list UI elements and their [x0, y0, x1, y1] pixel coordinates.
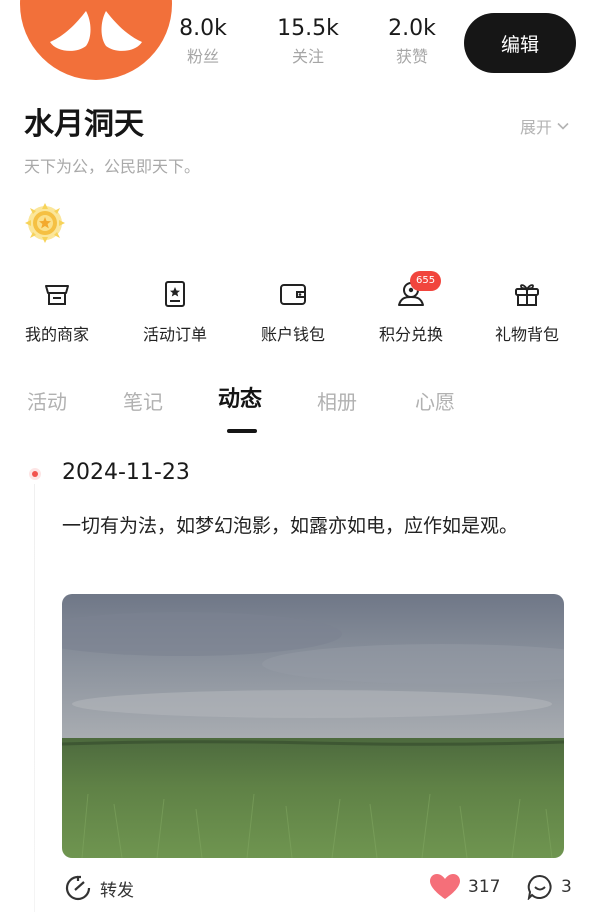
- heart-icon: [430, 874, 460, 899]
- likes-stat[interactable]: 2.0k 获赞: [367, 14, 457, 68]
- sun-badge-icon[interactable]: [24, 202, 66, 244]
- service-points-exchange[interactable]: 积分兑换: [361, 278, 461, 346]
- edit-profile-button[interactable]: 编辑: [464, 13, 576, 73]
- share-button[interactable]: 转发: [64, 874, 134, 902]
- service-label: 活动订单: [142, 325, 207, 344]
- tab-wishes[interactable]: 心愿: [415, 388, 455, 416]
- store-icon: [45, 285, 69, 305]
- comment-count: 3: [561, 877, 572, 897]
- service-gift-bag[interactable]: 礼物背包: [477, 278, 577, 346]
- tab-notes[interactable]: 笔记: [123, 388, 163, 416]
- timeline-line: [34, 484, 35, 912]
- tab-feed[interactable]: 动态: [218, 386, 262, 414]
- expand-button[interactable]: 展开: [520, 114, 570, 138]
- post-text: 一切有为法，如梦幻泡影，如露亦如电，应作如是观。: [62, 515, 519, 537]
- service-label: 礼物背包: [494, 325, 559, 344]
- post-photo[interactable]: [62, 594, 564, 858]
- share-icon: [65, 875, 91, 901]
- expand-label: 展开: [520, 118, 553, 137]
- service-my-merchant[interactable]: 我的商家: [7, 278, 107, 346]
- likes-received-label: 获赞: [395, 47, 428, 66]
- avatar[interactable]: [20, 0, 172, 80]
- followers-stat[interactable]: 8.0k 粉丝: [158, 14, 248, 68]
- like-button[interactable]: 317: [430, 874, 500, 900]
- points-count-badge: 655: [410, 271, 442, 291]
- chevron-down-icon: [557, 122, 569, 130]
- service-label: 积分兑换: [378, 325, 443, 344]
- following-label: 关注: [291, 47, 324, 66]
- likes-received-count: 2.0k: [388, 16, 436, 41]
- service-activity-orders[interactable]: 活动订单: [125, 278, 225, 346]
- comment-icon: [527, 874, 552, 900]
- ticket-icon: [165, 281, 185, 307]
- active-tab-indicator: [227, 429, 257, 433]
- wallet-icon: [280, 284, 306, 305]
- tab-albums[interactable]: 相册: [317, 388, 357, 416]
- following-stat[interactable]: 15.5k 关注: [263, 14, 353, 68]
- followers-count: 8.0k: [179, 16, 227, 41]
- service-account-wallet[interactable]: 账户钱包: [243, 278, 343, 346]
- timeline-dot: [32, 471, 38, 477]
- service-label: 我的商家: [24, 325, 89, 344]
- gift-icon: [515, 284, 539, 306]
- profile-bio: 天下为公，公民即天下。: [24, 157, 201, 176]
- tab-activities[interactable]: 活动: [27, 388, 67, 416]
- post-date: 2024-11-23: [62, 460, 190, 485]
- following-count: 15.5k: [277, 16, 339, 41]
- followers-label: 粉丝: [186, 47, 219, 66]
- profile-name: 水月洞天: [24, 107, 144, 142]
- service-label: 账户钱包: [260, 325, 325, 344]
- like-count: 317: [468, 877, 501, 897]
- share-label: 转发: [100, 880, 134, 901]
- avatar-logo-icon: [50, 11, 142, 51]
- comment-button[interactable]: 3: [527, 874, 572, 900]
